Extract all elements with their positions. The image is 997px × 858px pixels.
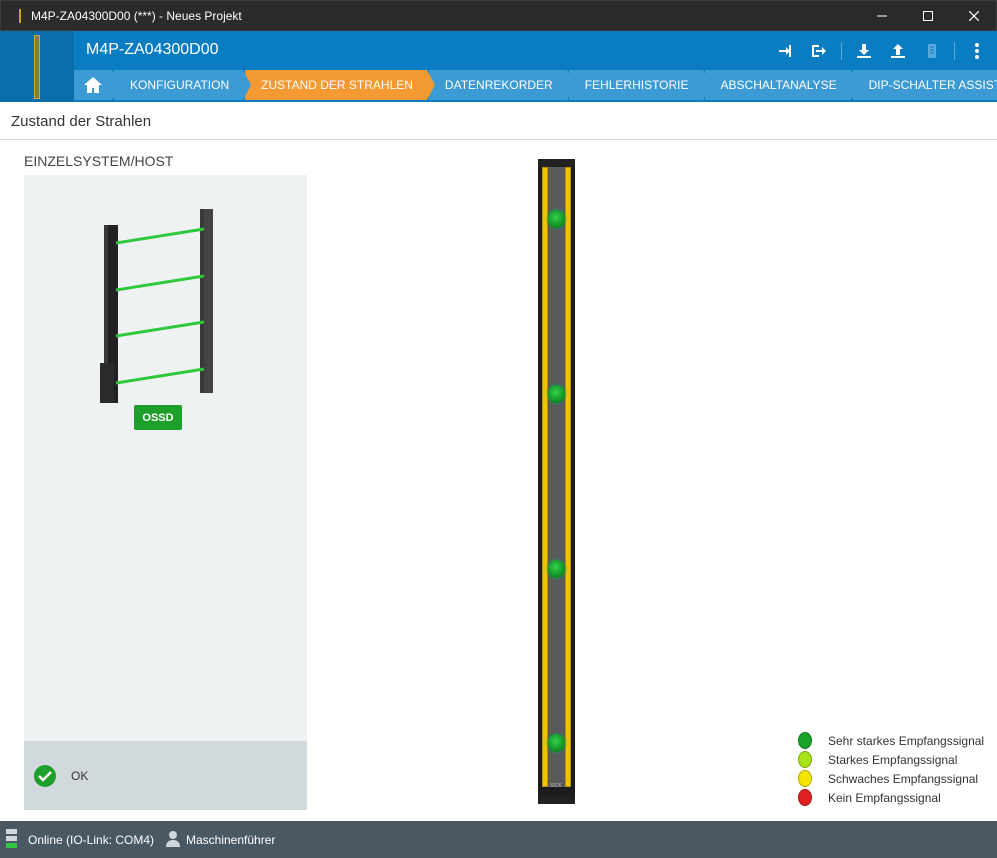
status-bar: Online (IO-Link: COM4) Maschinenführer [0,821,997,858]
device-name: M4P-ZA04300D00 [86,41,219,58]
window-title: M4P-ZA04300D00 (***) - Neues Projekt [31,9,242,23]
legend-label: Schwaches Empfangssignal [828,771,979,786]
window-titlebar: M4P-ZA04300D00 (***) - Neues Projekt [0,0,997,31]
system-panel [24,175,307,741]
upload-button[interactable] [886,39,910,63]
beam-indicator [548,734,565,752]
beam-indicator [548,210,565,228]
page-title: Zustand der Strahlen [11,113,152,130]
close-icon [969,11,979,21]
legend-item: Kein Empfangssignal [798,788,984,807]
legend-item: Starkes Empfangssignal [798,750,984,769]
curtain-core [548,167,565,787]
login-button[interactable] [773,39,797,63]
app-header: M4P-ZA04300D00 KONFIGURATION ZUSTAND DER… [0,31,997,102]
tab-zustand-der-strahlen[interactable]: ZUSTAND DER STRAHLEN [245,70,435,100]
device-button[interactable] [920,39,944,63]
tab-abschaltanalyse[interactable]: ABSCHALTANALYSE [704,70,859,100]
tab-datenrekorder[interactable]: DATENREKORDER [428,70,575,100]
connection-icon [6,829,17,848]
legend-dot [798,789,812,806]
status-label: OK [71,769,89,783]
header-separator [954,42,955,60]
ossd-badge: OSSD [134,405,182,430]
page-title-bar: Zustand der Strahlen [0,102,997,140]
legend-dot [798,732,812,749]
maximize-icon [923,11,933,21]
nav-tabs: KONFIGURATION ZUSTAND DER STRAHLEN DATEN… [74,70,997,100]
device-thumbnail[interactable] [0,31,74,102]
legend-dot [798,770,812,787]
user-role: Maschinenführer [186,833,276,847]
curtain-bottom-cap [538,796,575,804]
download-button[interactable] [852,39,876,63]
home-button[interactable] [74,70,120,100]
section-label: EINZELSYSTEM/HOST [24,153,174,169]
user-icon [166,831,180,847]
tab-konfiguration[interactable]: KONFIGURATION [114,70,252,100]
curtain-logo: SICK [550,783,562,789]
legend-label: Kein Empfangssignal [828,790,941,805]
system-status: OK [24,741,307,810]
minimize-icon [877,15,887,17]
legend-item: Schwaches Empfangssignal [798,769,984,788]
logout-icon [812,45,826,57]
legend-item: Sehr starkes Empfangssignal [798,731,984,750]
maximize-button[interactable] [905,1,951,31]
device-thumbnail-image [34,35,40,99]
header-toolbar [763,39,989,63]
curtain-top-cap [538,159,575,167]
connection-status: Online (IO-Link: COM4) [28,833,155,847]
minimize-button[interactable] [859,1,905,31]
check-circle-icon [34,765,56,787]
device-icon [928,44,936,58]
tab-fehlerhistorie[interactable]: FEHLERHISTORIE [568,70,711,100]
home-icon [84,77,102,93]
beam-indicator [548,560,565,578]
login-icon [779,45,791,57]
curtain-rail-right [565,167,571,787]
tab-dip-schalter-assistent[interactable]: DIP-SCHALTER ASSISTENT [852,70,997,100]
legend-label: Starkes Empfangssignal [828,752,958,767]
app-icon [19,9,21,23]
download-icon [857,44,871,58]
more-menu-button[interactable] [965,39,989,63]
header-separator [841,42,842,60]
upload-icon [891,44,905,58]
legend-dot [798,751,812,768]
beam-state-curtain: SICK [538,159,575,804]
light-curtain-illustration [100,209,213,403]
more-vertical-icon [975,43,979,59]
legend-label: Sehr starkes Empfangssignal [828,733,985,748]
logout-button[interactable] [807,39,831,63]
close-button[interactable] [951,1,997,31]
signal-legend: Sehr starkes Empfangssignal Starkes Empf… [798,731,984,807]
beam-indicator [548,385,565,403]
